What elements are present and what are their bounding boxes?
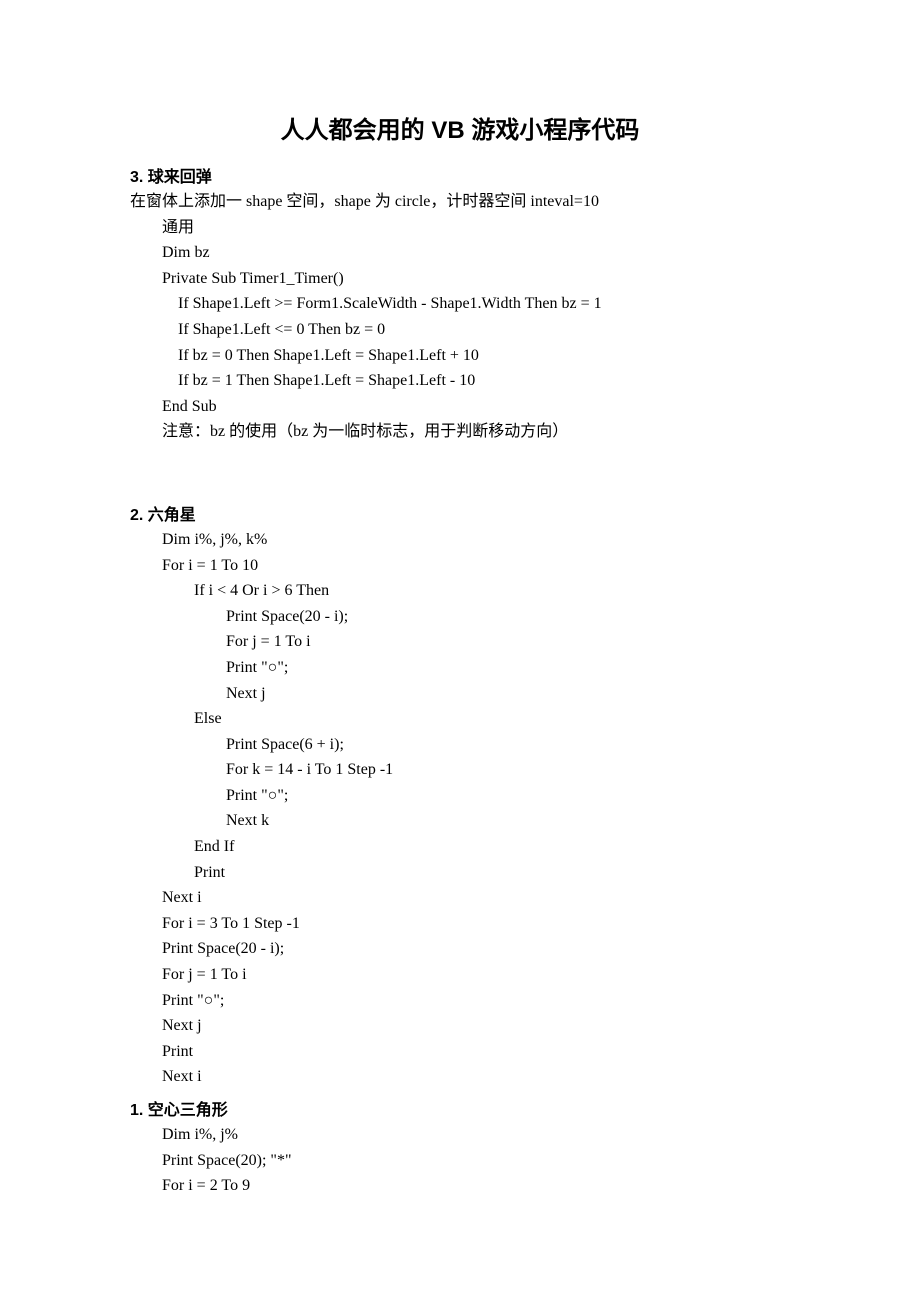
section-heading: 3. 球来回弹	[130, 163, 790, 187]
code-line: Private Sub Timer1_Timer()	[130, 266, 790, 292]
code-line: For i = 2 To 9	[130, 1173, 790, 1199]
section-1: 1. 空心三角形 Dim i%, j% Print Space(20); "*"…	[130, 1096, 790, 1199]
code-line: Print "○";	[130, 988, 790, 1014]
code-line: Print Space(20 - i);	[130, 604, 790, 630]
code-line: Else	[130, 706, 790, 732]
document-page: 人人都会用的 VB 游戏小程序代码 3. 球来回弹 在窗体上添加一 shape …	[0, 0, 920, 1259]
section-3: 3. 球来回弹 在窗体上添加一 shape 空间，shape 为 circle，…	[130, 163, 790, 445]
code-line: Next k	[130, 808, 790, 834]
code-line: Print Space(6 + i);	[130, 732, 790, 758]
code-line: Next j	[130, 681, 790, 707]
code-line: 在窗体上添加一 shape 空间，shape 为 circle，计时器空间 in…	[130, 189, 790, 215]
code-line: For i = 1 To 10	[130, 553, 790, 579]
section-gap	[130, 445, 790, 495]
code-line: Print Space(20); "*"	[130, 1148, 790, 1174]
code-line: If Shape1.Left >= Form1.ScaleWidth - Sha…	[130, 291, 790, 317]
code-line: If bz = 0 Then Shape1.Left = Shape1.Left…	[130, 343, 790, 369]
code-line: 通用	[130, 215, 790, 241]
code-line: Print	[130, 1039, 790, 1065]
section-heading: 1. 空心三角形	[130, 1096, 790, 1120]
document-title: 人人都会用的 VB 游戏小程序代码	[130, 110, 790, 145]
section-2: 2. 六角星 Dim i%, j%, k% For i = 1 To 10 If…	[130, 501, 790, 1090]
code-line: For k = 14 - i To 1 Step -1	[130, 757, 790, 783]
code-line: Next i	[130, 885, 790, 911]
code-line: Dim i%, j%, k%	[130, 527, 790, 553]
code-line: Dim bz	[130, 240, 790, 266]
code-line: For j = 1 To i	[130, 629, 790, 655]
code-line: End If	[130, 834, 790, 860]
code-line: If i < 4 Or i > 6 Then	[130, 578, 790, 604]
code-line: Print Space(20 - i);	[130, 936, 790, 962]
code-line: Next j	[130, 1013, 790, 1039]
code-line: End Sub	[130, 394, 790, 420]
code-line: Print "○";	[130, 783, 790, 809]
code-line: 注意：bz 的使用（bz 为一临时标志，用于判断移动方向）	[130, 419, 790, 445]
code-line: Dim i%, j%	[130, 1122, 790, 1148]
section-heading: 2. 六角星	[130, 501, 790, 525]
code-line: For j = 1 To i	[130, 962, 790, 988]
code-line: If Shape1.Left <= 0 Then bz = 0	[130, 317, 790, 343]
code-line: Print "○";	[130, 655, 790, 681]
code-line: Next i	[130, 1064, 790, 1090]
code-line: Print	[130, 860, 790, 886]
code-line: If bz = 1 Then Shape1.Left = Shape1.Left…	[130, 368, 790, 394]
code-line: For i = 3 To 1 Step -1	[130, 911, 790, 937]
